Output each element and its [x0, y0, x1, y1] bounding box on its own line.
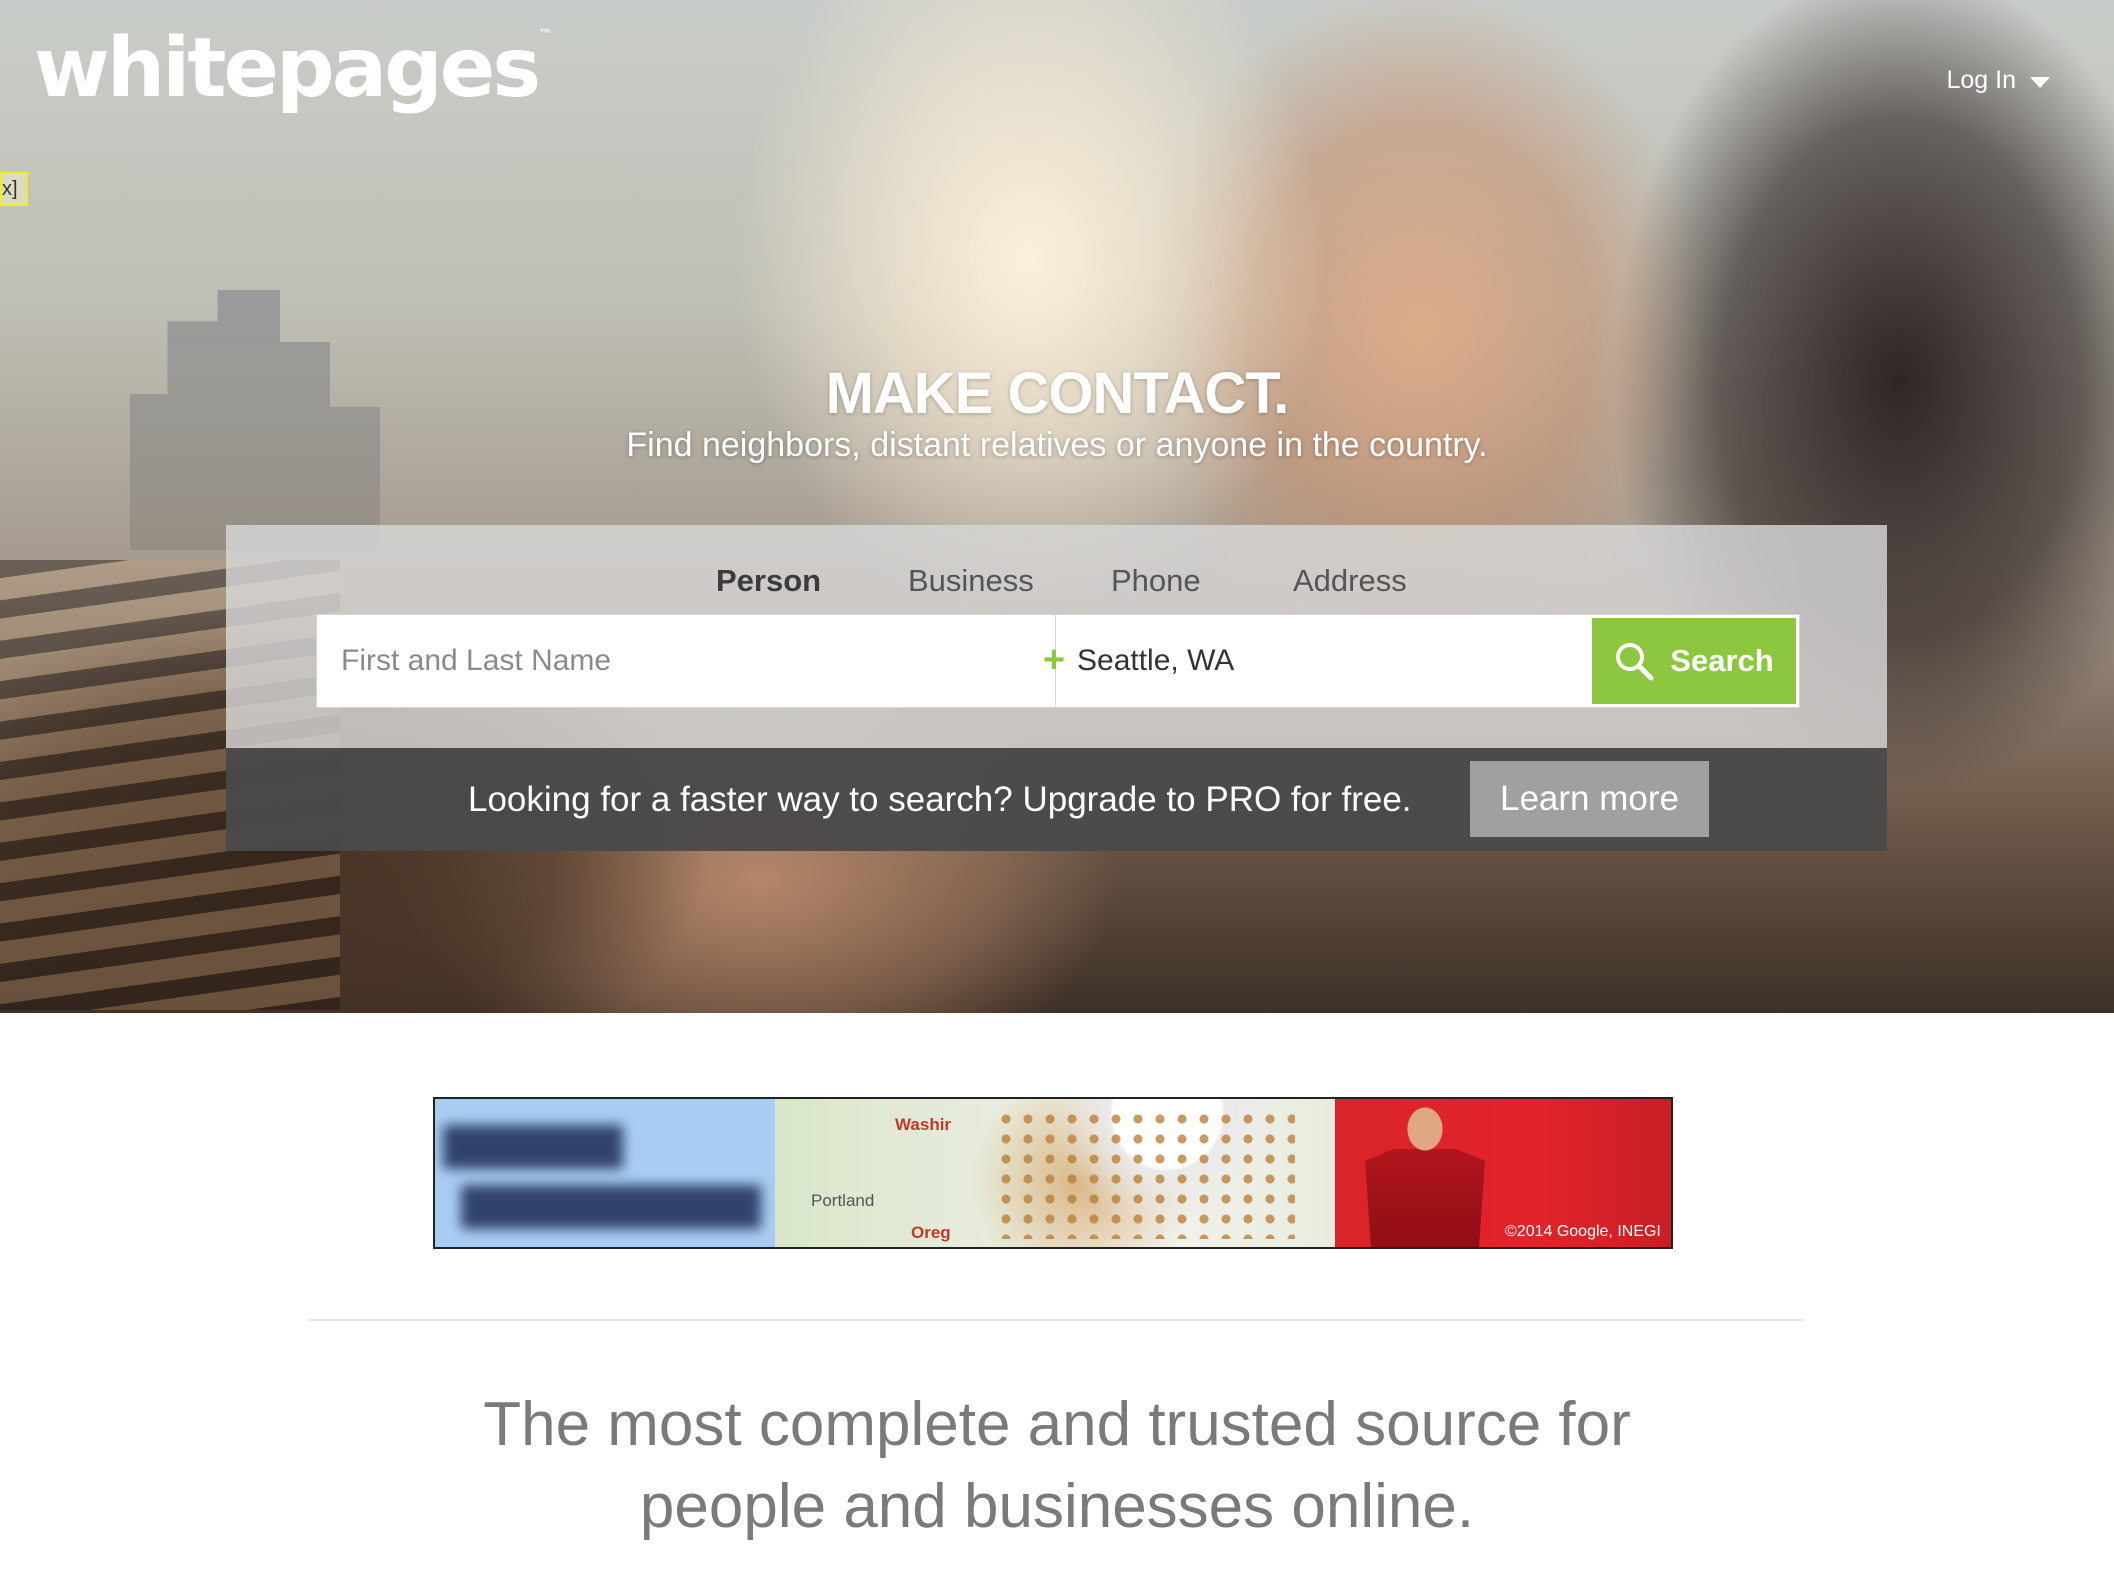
tab-phone[interactable]: Phone [1111, 563, 1201, 599]
ad-banner[interactable]: Washir Portland Oreg ©2014 Google, INEGI [433, 1097, 1673, 1249]
tagline: The most complete and trusted source for… [0, 1384, 2114, 1548]
search-tabs: Person Business Phone Address [226, 563, 1887, 609]
tab-address[interactable]: Address [1293, 563, 1407, 599]
ad-blurred-text-line [461, 1185, 761, 1229]
ad-map-label: Portland [811, 1191, 875, 1210]
ad-map-label: Oreg [911, 1223, 951, 1242]
search-button[interactable]: Search [1592, 618, 1796, 704]
tagline-line-2: people and businesses online. [639, 1472, 1475, 1541]
logo-trademark: ™ [538, 27, 553, 43]
ad-copyright: ©2014 Google, INEGI [1505, 1223, 1661, 1240]
hero-headline: MAKE CONTACT. [825, 361, 1290, 426]
tagline-line-1: The most complete and trusted source for [483, 1390, 1631, 1459]
yellow-tab-marker[interactable]: x] [0, 172, 28, 206]
learn-more-button[interactable]: Learn more [1470, 761, 1709, 837]
login-label: Log In [1946, 66, 2016, 94]
ad-map-label: Washir [895, 1115, 952, 1134]
login-menu[interactable]: Log In [1946, 66, 2050, 95]
search-button-label: Search [1670, 643, 1774, 678]
hero-subheadline: Find neighbors, distant relatives or any… [626, 426, 1488, 464]
pro-upgrade-text: Looking for a faster way to search? Upgr… [468, 780, 1412, 819]
ad-map-markers [995, 1109, 1295, 1239]
whitepages-logo[interactable]: whitepages™ [34, 28, 552, 110]
tab-person[interactable]: Person [716, 563, 821, 599]
ad-blurred-text-line [443, 1125, 623, 1169]
search-panel: Person Business Phone Address + Search [226, 525, 1887, 748]
hero-section: whitepages™ x] Log In MAKE CONTACT. Find… [0, 0, 2114, 1013]
logo-text: whitepages [34, 21, 541, 116]
plus-icon[interactable]: + [1040, 641, 1068, 679]
pro-upgrade-bar: Looking for a faster way to search? Upgr… [226, 748, 1887, 851]
section-divider [308, 1319, 1804, 1321]
search-icon [1616, 643, 1654, 681]
name-input[interactable] [317, 615, 1055, 707]
location-input[interactable] [1077, 615, 1597, 707]
chevron-down-icon [2030, 77, 2050, 88]
search-form: + Search [316, 614, 1800, 708]
tab-business[interactable]: Business [908, 563, 1034, 599]
